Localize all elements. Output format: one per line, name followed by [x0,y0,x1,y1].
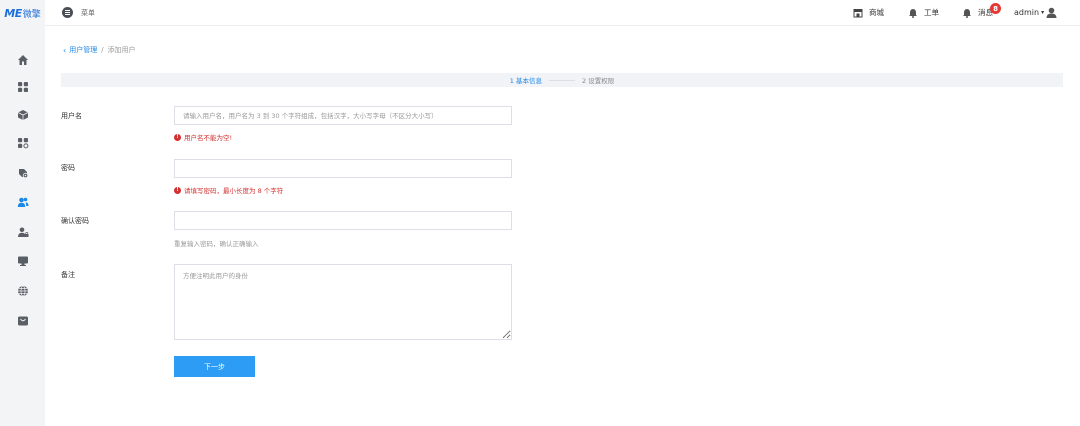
menu-icon [62,7,73,18]
users-icon [17,197,28,207]
bell-icon [963,8,971,18]
sidebar-item-settings[interactable] [0,158,45,188]
error-icon: ! [174,133,181,141]
modules-icon [17,138,28,149]
apps-grid-icon [17,82,28,92]
nav-shop[interactable]: 商城 [853,7,884,18]
step-indicator: 1 基本信息 2 设置权限 [61,73,1063,87]
user-menu[interactable]: admin ▾ [1014,7,1057,18]
nav-messages[interactable]: 消息 8 [962,3,1001,18]
sidebar-item-home[interactable] [0,45,45,75]
username-error-text: 用户名不能为空! [184,134,233,142]
username-label: 用户名 [61,112,82,120]
user-lock-icon [17,227,28,237]
breadcrumb-parent-link[interactable]: ‹ 用户管理 [63,45,97,55]
confirm-password-label: 确认密码 [61,217,89,225]
avatar-icon [1046,7,1057,18]
password-error-text: 请填写密码，最小长度为 8 个字符 [184,187,284,195]
sidebar-item-user-lock[interactable] [0,217,45,247]
top-header: 菜单 商城 工单 消息 8 admin ▾ [45,0,1080,26]
sidebar-item-store[interactable] [0,306,45,336]
settings-gear-icon [18,169,28,179]
breadcrumb-separator: / [101,46,104,54]
breadcrumb-current: 添加用户 [107,46,136,54]
password-error: ! 请填写密码，最小长度为 8 个字符 [174,185,283,195]
sidebar: ME 微擎 [0,0,45,426]
message-count-badge: 8 [990,3,1001,14]
sidebar-item-users[interactable] [0,187,45,217]
logo-mark: ME [4,6,22,20]
confirm-password-input[interactable] [174,211,512,230]
nav-ticket-label: 工单 [924,8,939,17]
bell-icon [909,8,917,18]
step-connector [549,79,575,81]
monitor-icon [17,256,28,266]
step-permissions: 2 设置权限 [582,77,615,85]
menu-label: 菜单 [81,8,95,17]
sidebar-item-monitor[interactable] [0,246,45,276]
sidebar-item-cube[interactable] [0,100,45,130]
breadcrumb-parent-label: 用户管理 [69,46,98,54]
menu-toggle-button[interactable]: 菜单 [62,7,95,18]
next-step-button[interactable]: 下一步 [174,356,255,377]
step-basic-info: 1 基本信息 [509,77,542,85]
caret-down-icon: ▾ [1041,9,1045,16]
password-input[interactable] [174,159,512,178]
username-input[interactable] [174,106,512,125]
username-error: ! 用户名不能为空! [174,132,232,142]
sidebar-item-globe[interactable] [0,276,45,306]
user-name: admin [1014,8,1040,17]
chevron-left-icon: ‹ [63,45,67,55]
home-icon [17,55,28,65]
sidebar-item-apps[interactable] [0,72,45,102]
remark-label: 备注 [61,271,75,279]
remark-textarea[interactable] [174,264,512,340]
store-icon [17,316,28,326]
confirm-password-hint: 重复输入密码，确认正确输入 [174,240,259,248]
password-label: 密码 [61,164,75,172]
globe-icon [17,285,28,297]
nav-ticket[interactable]: 工单 [908,7,939,18]
logo-text: 微擎 [22,9,41,20]
error-icon: ! [174,186,181,194]
shop-icon [853,8,863,17]
logo[interactable]: ME 微擎 [0,0,45,26]
sidebar-item-modules[interactable] [0,128,45,158]
nav-shop-label: 商城 [869,8,884,17]
breadcrumb: ‹ 用户管理 / 添加用户 [63,45,136,55]
cube-icon [17,110,28,120]
